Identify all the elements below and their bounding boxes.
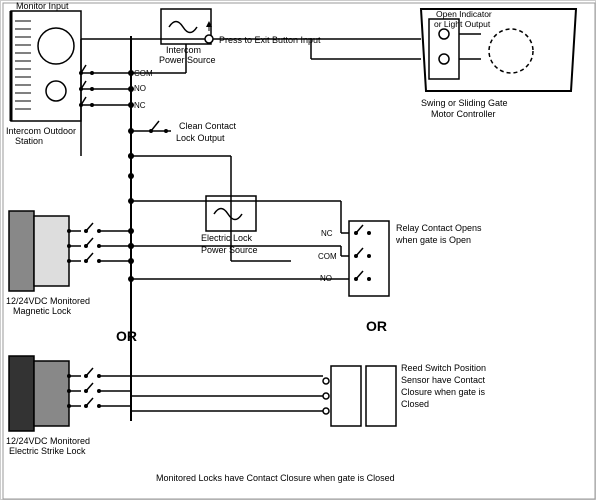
intercom-power-label: Intercom: [166, 45, 201, 55]
svg-text:Electric Strike Lock: Electric Strike Lock: [9, 446, 86, 456]
reed-switch-label: Reed Switch Position: [401, 363, 486, 373]
svg-text:when gate is Open: when gate is Open: [395, 235, 471, 245]
no-label: NO: [134, 84, 146, 93]
svg-text:Station: Station: [15, 136, 43, 146]
svg-text:Power Source: Power Source: [159, 55, 216, 65]
electric-strike-label: 12/24VDC Monitored: [6, 436, 90, 446]
open-indicator-label: Open Indicator: [436, 9, 492, 19]
svg-text:Closed: Closed: [401, 399, 429, 409]
press-exit-label: Press to Exit Button Input: [219, 35, 321, 45]
svg-text:or Light Output: or Light Output: [434, 19, 491, 29]
relay-com-label: COM: [318, 252, 337, 261]
relay-nc-label: NC: [321, 229, 333, 238]
wiring-diagram: Monitor Input Intercom Outdoor Station I…: [0, 0, 596, 500]
com-label: COM: [134, 69, 153, 78]
intercom-outdoor-label: Intercom Outdoor: [6, 126, 76, 136]
monitor-input-label: Monitor Input: [16, 1, 69, 11]
svg-text:Motor Controller: Motor Controller: [431, 109, 496, 119]
electric-lock-power-label: Electric Lock: [201, 233, 253, 243]
or-label-1: OR: [116, 328, 137, 344]
nc-label: NC: [134, 101, 146, 110]
svg-text:Sensor have Contact: Sensor have Contact: [401, 375, 486, 385]
magnetic-lock-label: 12/24VDC Monitored: [6, 296, 90, 306]
svg-text:Lock Output: Lock Output: [176, 133, 225, 143]
svg-text:Closure when gate is: Closure when gate is: [401, 387, 486, 397]
monitored-locks-label: Monitored Locks have Contact Closure whe…: [156, 473, 395, 483]
clean-contact-label: Clean Contact: [179, 121, 237, 131]
or-label-2: OR: [366, 318, 387, 334]
relay-contact-label: Relay Contact Opens: [396, 223, 482, 233]
svg-text:Magnetic Lock: Magnetic Lock: [13, 306, 72, 316]
swing-sliding-label: Swing or Sliding Gate: [421, 98, 508, 108]
